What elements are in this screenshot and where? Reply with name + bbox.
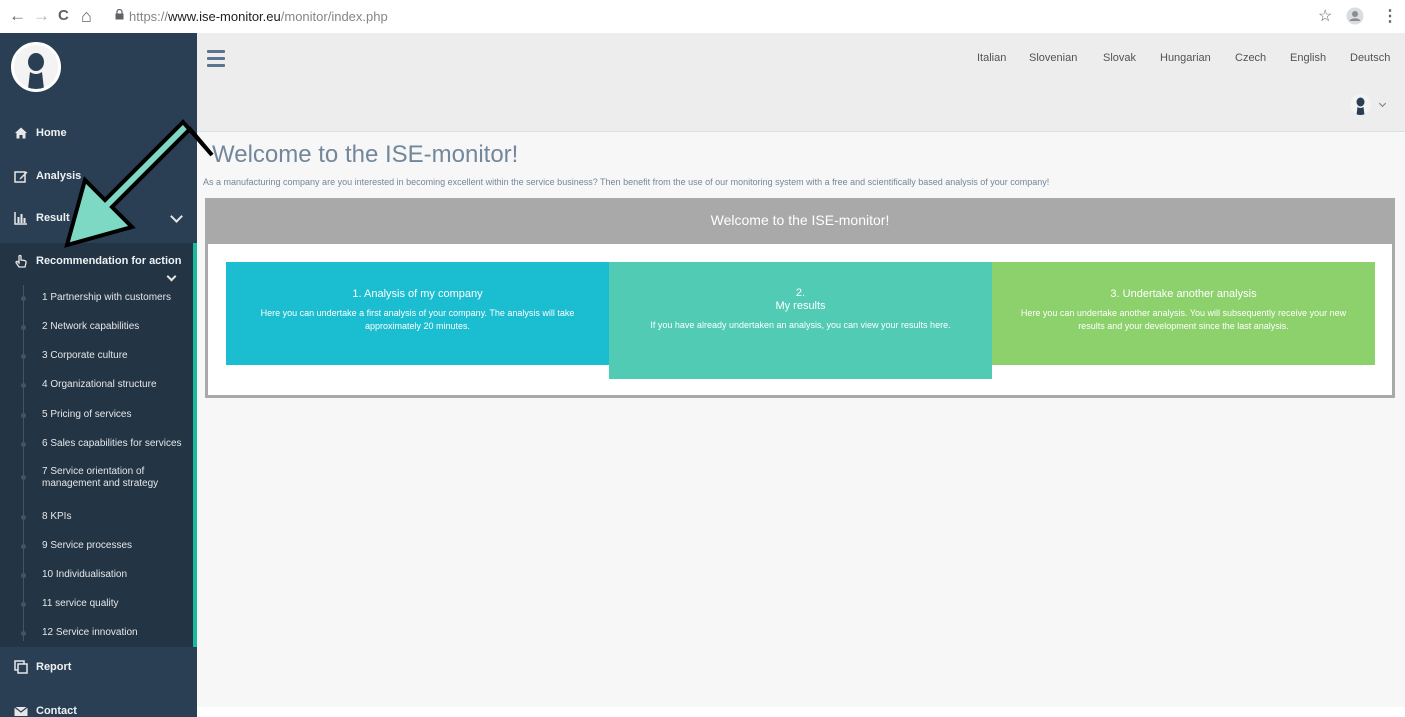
tile-text: Here you can undertake a first analysis …	[260, 308, 575, 331]
clone-icon	[14, 660, 28, 674]
bullet-dot	[21, 475, 26, 480]
envelope-icon	[14, 706, 28, 716]
address-bar[interactable]: https://www.ise-monitor.eu/monitor/index…	[129, 9, 388, 24]
submenu-guide-line	[23, 285, 24, 641]
welcome-panel: Welcome to the ISE-monitor! 1. Analysis …	[205, 198, 1395, 398]
tile-another-analysis[interactable]: 3. Undertake another analysis Here you c…	[992, 262, 1375, 365]
user-silhouette-icon	[1356, 97, 1365, 115]
user-silhouette-icon	[28, 53, 44, 89]
hand-pointer-icon	[15, 254, 27, 268]
panel-title: Welcome to the ISE-monitor!	[710, 212, 890, 228]
language-link-slovenian[interactable]: Slovenian	[1029, 52, 1077, 64]
bullet-dot	[21, 296, 26, 301]
home-icon[interactable]: ⌂	[81, 6, 92, 26]
bullet-dot	[21, 442, 26, 447]
bullet-dot	[21, 354, 26, 359]
profile-avatar[interactable]	[11, 42, 61, 92]
sidebar-item-recommendation[interactable]: Recommendation for action	[0, 245, 197, 277]
tile-text: Here you can undertake another analysis.…	[1020, 308, 1347, 331]
tile-text: If you have already undertaken an analys…	[650, 320, 951, 330]
sidebar-item-home[interactable]: Home	[0, 117, 197, 149]
language-link-slovak[interactable]: Slovak	[1103, 52, 1136, 64]
tile-analysis[interactable]: 1. Analysis of my company Here you can u…	[226, 262, 609, 365]
lock-icon	[115, 9, 124, 20]
language-link-hungarian[interactable]: Hungarian	[1160, 52, 1211, 64]
main-content: Welcome to the ISE-monitor! As a manufac…	[197, 132, 1405, 707]
profile-icon[interactable]	[1346, 7, 1364, 25]
user-menu-avatar[interactable]	[1350, 94, 1371, 115]
language-link-italian[interactable]: Italian	[977, 52, 1006, 64]
page-title: Welcome to the ISE-monitor!	[212, 141, 519, 168]
chevron-down-icon	[170, 210, 183, 223]
home-icon	[15, 127, 27, 139]
bookmark-star-icon[interactable]: ☆	[1318, 6, 1332, 26]
bullet-dot	[21, 631, 26, 636]
bullet-dot	[21, 325, 26, 330]
url-domain: www.ise-monitor.eu	[168, 9, 281, 24]
chevron-down-icon[interactable]	[1378, 99, 1387, 108]
top-navbar: Italian Slovenian Slovak Hungarian Czech…	[197, 33, 1405, 132]
url-path: /monitor/index.php	[280, 9, 388, 24]
edit-icon	[14, 171, 28, 183]
sidebar-item-label: Result	[36, 212, 70, 224]
sidebar-item-result[interactable]: Result	[0, 202, 197, 234]
bullet-dot	[21, 544, 26, 549]
bullet-dot	[21, 515, 26, 520]
sidebar-item-label: Recommendation for action	[36, 255, 182, 267]
sidebar-item-contact[interactable]: Contact	[0, 695, 197, 717]
tile-title: 1. Analysis of my company	[352, 288, 483, 300]
sidebar: Home Analysis Result Recommendation for …	[0, 33, 197, 717]
back-icon[interactable]: ←	[9, 6, 26, 26]
language-link-english[interactable]: English	[1290, 52, 1326, 64]
url-scheme: https://	[129, 9, 169, 24]
language-link-czech[interactable]: Czech	[1235, 52, 1266, 64]
sidebar-item-label: Report	[36, 661, 72, 673]
submenu-item[interactable]: 7 Service orientation of management and …	[0, 466, 193, 492]
bullet-dot	[21, 573, 26, 578]
footer-strip	[197, 707, 1405, 717]
sidebar-item-label: Analysis	[36, 170, 82, 182]
bullet-dot	[21, 602, 26, 607]
language-link-deutsch[interactable]: Deutsch	[1350, 52, 1390, 64]
sidebar-item-label: Contact	[36, 705, 77, 717]
browser-toolbar: ← → C ⌂ https://www.ise-monitor.eu/monit…	[0, 0, 1405, 34]
bullet-dot	[21, 413, 26, 418]
page-subtitle: As a manufacturing company are you inter…	[203, 177, 1050, 187]
tile-title: 3. Undertake another analysis	[1110, 288, 1257, 300]
browser-menu-icon[interactable]: ⋮	[1382, 6, 1398, 26]
forward-icon[interactable]: →	[33, 6, 50, 26]
sidebar-item-label: Home	[36, 127, 67, 139]
tile-title: My results	[775, 300, 826, 312]
tile-title-number: 2.	[795, 287, 806, 299]
bullet-dot	[21, 383, 26, 388]
bar-chart-icon	[14, 212, 27, 225]
reload-icon[interactable]: C	[58, 6, 69, 26]
menu-toggle-icon[interactable]	[207, 50, 225, 71]
tile-my-results[interactable]: 2. My results If you have already undert…	[609, 262, 992, 379]
panel-body: 1. Analysis of my company Here you can u…	[208, 244, 1392, 395]
sidebar-item-analysis[interactable]: Analysis	[0, 160, 197, 192]
sidebar-item-report[interactable]: Report	[0, 651, 197, 683]
